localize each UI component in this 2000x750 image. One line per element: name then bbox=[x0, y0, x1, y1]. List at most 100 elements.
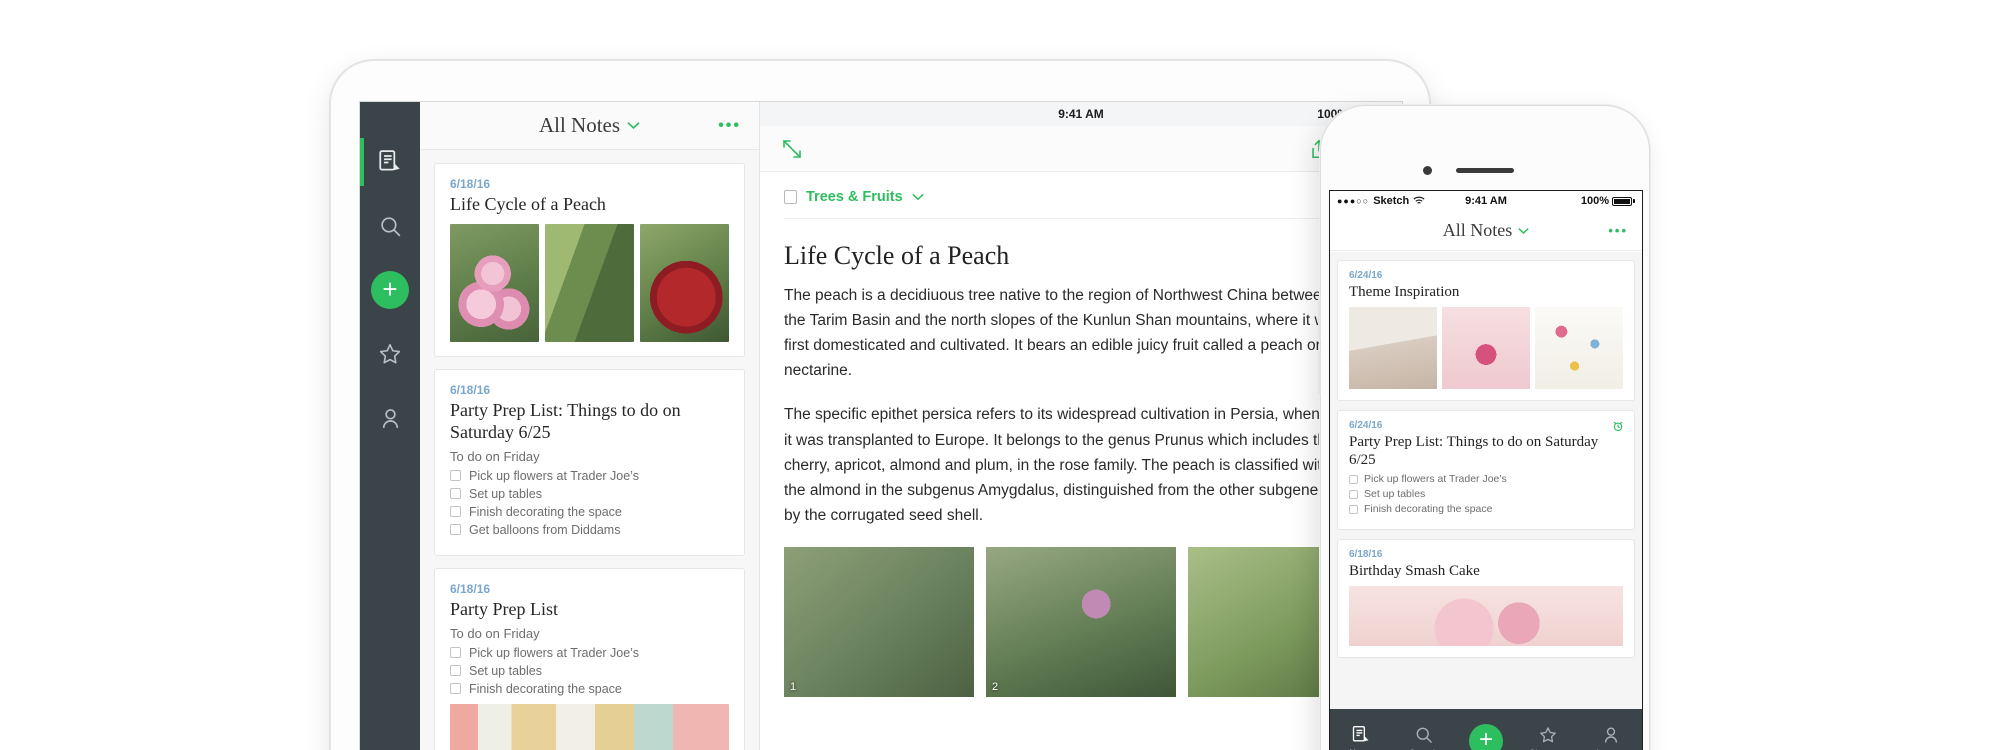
notebook-icon bbox=[784, 190, 797, 204]
list-item[interactable]: 6/24/16 Party Prep List: Things to do on… bbox=[1337, 410, 1635, 530]
checkbox[interactable] bbox=[450, 665, 461, 677]
todo-label: Set up tables bbox=[1364, 488, 1426, 500]
sidebar-item-notes[interactable] bbox=[360, 130, 420, 194]
checkbox[interactable] bbox=[1349, 489, 1358, 499]
thumbnail-peach-bud bbox=[545, 223, 634, 342]
checkbox[interactable] bbox=[1349, 504, 1358, 514]
note-date: 6/18/16 bbox=[450, 177, 491, 191]
tab-search[interactable]: Search bbox=[1395, 725, 1453, 750]
battery-percent-label: 100% bbox=[1580, 195, 1609, 207]
checkbox[interactable] bbox=[450, 488, 461, 500]
search-icon bbox=[1414, 725, 1434, 745]
todo-label: Pick up flowers at Trader Joe’s bbox=[469, 468, 639, 483]
iphone-volume-up-button[interactable] bbox=[1318, 296, 1321, 340]
tab-notes[interactable]: Notes bbox=[1332, 725, 1390, 750]
checkbox[interactable] bbox=[450, 683, 461, 695]
chevron-down-icon[interactable] bbox=[912, 193, 924, 201]
thumbnail-smash-cake bbox=[1349, 586, 1623, 646]
notebook-name: Trees & Fruits bbox=[806, 189, 903, 205]
note-paragraph: The peach is a decidiuous tree native to… bbox=[784, 287, 1343, 380]
todo-item[interactable]: Set up tables bbox=[450, 664, 729, 678]
todo-item[interactable]: Finish decorating the space bbox=[450, 505, 729, 519]
note-thumbnails bbox=[1349, 307, 1623, 389]
nav-more-button[interactable]: ••• bbox=[1608, 223, 1628, 238]
todo-item[interactable]: Set up tables bbox=[450, 487, 729, 501]
ipad-status-bar: 9:41 AM 100% bbox=[760, 102, 1402, 126]
ipad-editor: 9:41 AM 100% Trees & Fruits Life Cycle o… bbox=[760, 102, 1402, 750]
battery-icon bbox=[1612, 196, 1635, 206]
thumbnail-mood-board bbox=[1535, 307, 1623, 389]
todo-item[interactable]: Pick up flowers at Trader Joe’s bbox=[450, 469, 729, 483]
note-title: Party Prep List: Things to do on Saturda… bbox=[450, 399, 681, 442]
iphone-note-list[interactable]: 6/24/16 Theme Inspiration 6/24/16 Party … bbox=[1330, 252, 1642, 709]
list-item[interactable]: 6/18/16 Party Prep List: Things to do on… bbox=[434, 368, 745, 556]
todo-label: Finish decorating the space bbox=[469, 504, 622, 519]
chevron-down-icon[interactable] bbox=[627, 121, 640, 130]
thumbnail-party-supplies bbox=[450, 703, 729, 750]
thumbnail-peach-blossom bbox=[450, 223, 539, 342]
note-list-more-button[interactable]: ••• bbox=[718, 117, 741, 135]
todo-label: Pick up flowers at Trader Joe’s bbox=[1364, 473, 1507, 485]
note-image[interactable]: 1 bbox=[784, 546, 974, 697]
tab-shortcuts[interactable]: Shortcuts bbox=[1519, 725, 1577, 750]
tab-account[interactable]: Account bbox=[1582, 725, 1640, 750]
note-title: Birthday Smash Cake bbox=[1349, 563, 1480, 579]
todo-item[interactable]: Pick up flowers at Trader Joe’s bbox=[1349, 473, 1623, 485]
sidebar-item-search[interactable] bbox=[360, 194, 420, 258]
todo-label: Set up tables bbox=[469, 663, 542, 678]
sidebar-item-account[interactable] bbox=[360, 386, 420, 450]
todo-item[interactable]: Finish decorating the space bbox=[1349, 503, 1623, 515]
todo-label: Finish decorating the space bbox=[1364, 503, 1493, 515]
notes-icon bbox=[1351, 725, 1371, 745]
divider bbox=[784, 218, 1378, 219]
list-item[interactable]: 6/18/16 Life Cycle of a Peach bbox=[434, 163, 745, 357]
iphone-screen: ●●●○○ Sketch 9:41 AM 100% All Notes ••• … bbox=[1329, 190, 1643, 750]
checkbox[interactable] bbox=[450, 647, 461, 659]
note-title: Life Cycle of a Peach bbox=[450, 194, 606, 214]
note-title: Party Prep List bbox=[450, 598, 558, 619]
editor-body[interactable]: Trees & Fruits Life Cycle of a Peach The… bbox=[760, 173, 1402, 750]
iphone-nav-bar: All Notes ••• bbox=[1330, 211, 1642, 251]
checkbox[interactable] bbox=[450, 524, 461, 536]
checkbox[interactable] bbox=[1349, 474, 1358, 484]
new-note-button[interactable]: + bbox=[1457, 724, 1515, 750]
page-title: All Notes bbox=[1442, 220, 1513, 240]
note-date: 6/18/16 bbox=[1349, 549, 1383, 560]
iphone-volume-down-button[interactable] bbox=[1318, 351, 1321, 395]
plus-icon[interactable]: + bbox=[371, 271, 409, 309]
note-subtitle: To do on Friday bbox=[450, 448, 540, 464]
sidebar-item-shortcuts[interactable] bbox=[360, 322, 420, 386]
status-time: 9:41 AM bbox=[1058, 107, 1104, 121]
todo-item[interactable]: Get balloons from Diddams bbox=[450, 523, 729, 537]
todo-label: Pick up flowers at Trader Joe’s bbox=[469, 645, 639, 660]
todo-item[interactable]: Set up tables bbox=[1349, 488, 1623, 500]
note-list-scroll[interactable]: 6/18/16 Life Cycle of a Peach 6/18/16 Pa… bbox=[420, 151, 759, 750]
iphone-tab-bar: Notes Search + Shortcuts bbox=[1330, 709, 1642, 750]
chevron-down-icon[interactable] bbox=[1518, 227, 1529, 235]
list-item[interactable]: 6/18/16 Birthday Smash Cake bbox=[1337, 539, 1635, 658]
list-item[interactable]: 6/24/16 Theme Inspiration bbox=[1337, 260, 1635, 401]
note-image[interactable]: 2 bbox=[986, 546, 1176, 697]
person-icon bbox=[1601, 725, 1621, 745]
todo-label: Finish decorating the space bbox=[469, 681, 622, 696]
note-date: 6/24/16 bbox=[1349, 270, 1383, 281]
expand-arrows-icon[interactable] bbox=[780, 137, 804, 161]
note-title: Theme Inspiration bbox=[1349, 284, 1460, 300]
new-note-button[interactable]: + bbox=[360, 258, 420, 322]
todo-label: Get balloons from Diddams bbox=[469, 522, 621, 537]
todo-item[interactable]: Pick up flowers at Trader Joe’s bbox=[450, 646, 729, 660]
todo-item[interactable]: Finish decorating the space bbox=[450, 682, 729, 696]
ipad-device: + All Notes ••• 6/18/16 Life Cycle of a … bbox=[330, 60, 1432, 750]
checkbox[interactable] bbox=[450, 506, 461, 518]
search-icon bbox=[378, 214, 403, 239]
star-icon bbox=[377, 341, 403, 367]
notebook-selector[interactable]: Trees & Fruits bbox=[784, 189, 1378, 205]
iphone-front-camera bbox=[1423, 166, 1432, 175]
list-item[interactable]: 6/18/16 Party Prep List To do on Friday … bbox=[434, 567, 745, 750]
note-image-grid: 1 2 bbox=[784, 546, 1378, 697]
page-title: All Notes bbox=[538, 113, 621, 137]
plus-icon[interactable]: + bbox=[1468, 724, 1503, 750]
ipad-screen: + All Notes ••• 6/18/16 Life Cycle of a … bbox=[359, 101, 1403, 750]
checkbox[interactable] bbox=[450, 470, 461, 482]
note-thumbnails bbox=[450, 223, 729, 342]
